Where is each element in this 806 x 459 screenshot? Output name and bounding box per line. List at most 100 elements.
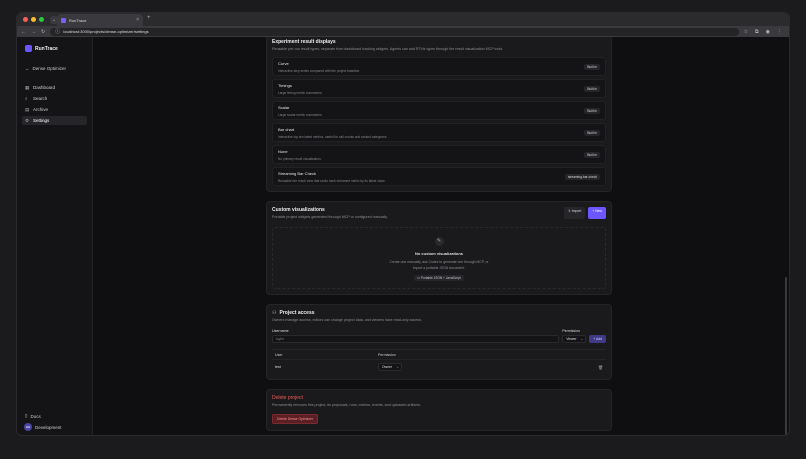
sidebar-item-dashboard[interactable]: ▦ Dashboard <box>22 83 87 92</box>
display-name: None <box>278 149 288 154</box>
back-link-label: Dense Optimizer <box>32 66 67 71</box>
display-description: Large scalar metric summaries. <box>278 113 323 117</box>
add-member-button[interactable]: + Add <box>589 335 606 343</box>
close-icon[interactable]: × <box>136 17 139 23</box>
chart-icon: ✎ <box>434 237 444 246</box>
danger-zone-card: Delete project Permanently removes this … <box>266 389 612 431</box>
back-to-project-link[interactable]: ← Dense Optimizer <box>25 66 87 71</box>
new-visualization-button[interactable]: + New <box>588 207 606 219</box>
docs-link[interactable]: ▯ Docs <box>22 413 87 419</box>
result-display-list: Curve Interactive step series compared w… <box>272 57 606 186</box>
chevron-down-icon: ⌄ <box>580 337 584 341</box>
sidebar-item-label: Settings <box>33 118 50 123</box>
menu-icon[interactable]: ⋮ <box>777 29 782 35</box>
browser-tab[interactable]: RunTrace × <box>57 14 143 26</box>
dashboard-icon: ▦ <box>25 84 30 90</box>
maximize-window-button[interactable] <box>39 17 44 22</box>
format-badge-label: Portable JSON + JavaScript <box>420 276 461 280</box>
sidebar-item-label: Search <box>33 96 48 101</box>
display-name: Bar chart <box>278 127 295 132</box>
new-tab-icon[interactable]: + <box>147 15 151 21</box>
list-item[interactable]: Bar chart Interactive top-ten latest met… <box>272 123 606 142</box>
member-permission-select[interactable]: Owner ⌄ <box>378 363 402 371</box>
section-title: Experiment result displays <box>272 39 336 45</box>
brand[interactable]: RunTrace <box>25 45 87 52</box>
settings-page: Experiment result displays Reusable per-… <box>266 37 612 431</box>
delete-project-button[interactable]: Delete Dense Optimizer <box>272 414 318 424</box>
project-access-card: ⚇ Project access Owners manage access, e… <box>266 304 612 380</box>
bookmark-star-icon[interactable]: ☆ <box>744 29 748 35</box>
site-info-icon[interactable]: ⓘ <box>55 28 60 35</box>
tab-bar: ⌄ RunTrace × + <box>17 13 789 26</box>
forward-arrow-icon[interactable]: → <box>31 29 36 35</box>
scrollbar[interactable] <box>785 277 787 435</box>
member-username: test <box>275 365 281 369</box>
main-content: Experiment result displays Reusable per-… <box>93 37 789 435</box>
reload-icon[interactable]: ↻ <box>41 29 45 35</box>
logo-icon <box>25 45 32 52</box>
username-label: Username <box>272 329 289 333</box>
sidebar-item-search[interactable]: ⌕ Search <box>22 94 87 103</box>
import-label: Import <box>571 209 582 213</box>
user-menu[interactable]: DE Development <box>22 423 87 431</box>
users-icon: ⚇ <box>272 310 277 316</box>
list-item[interactable]: Scalar Large scalar metric summaries. Bu… <box>272 101 606 120</box>
section-title: Project access <box>279 310 315 316</box>
user-name: Development <box>35 424 62 430</box>
display-name: Timings <box>278 83 292 88</box>
display-description: No primary result visualization. <box>278 157 322 161</box>
sidebar-item-label: Archive <box>33 107 49 112</box>
chevron-down-icon: ⌄ <box>396 365 399 369</box>
display-description: Interactive top-ten latest metrics, usef… <box>278 135 388 139</box>
gear-icon: ⚙ <box>25 117 30 123</box>
custom-visualizations-card: Custom visualizations Portable project w… <box>266 201 612 295</box>
tab-title: RunTrace <box>69 17 87 23</box>
sidebar-nav: ▦ Dashboard ⌕ Search ▤ Archive ⚙ Setting… <box>22 83 87 125</box>
member-permission-value: Owner <box>382 365 392 369</box>
display-name: Curve <box>278 61 289 66</box>
table-row: test Owner ⌄ 🗑 <box>272 360 606 374</box>
section-subtitle: Reusable per-run result types, separate … <box>272 47 504 51</box>
avatar: DE <box>24 423 32 431</box>
sidebar-item-archive[interactable]: ▤ Archive <box>22 105 87 114</box>
permission-label: Permission <box>562 329 580 333</box>
display-name: Streaming Bar Check <box>278 171 317 176</box>
sidebar-item-settings[interactable]: ⚙ Settings <box>22 116 87 125</box>
list-item[interactable]: None No primary result visualization. Bu… <box>272 145 606 164</box>
sidebar-item-label: Dashboard <box>33 85 56 90</box>
status-badge: Built in <box>584 130 600 136</box>
minimize-window-button[interactable] <box>31 17 36 22</box>
display-description: Large timing metric summaries. <box>278 91 323 95</box>
list-item[interactable]: Timings Large timing metric summaries. B… <box>272 79 606 98</box>
display-description: Interactive step series compared with th… <box>278 69 361 73</box>
status-badge: Built in <box>584 86 600 92</box>
section-subtitle: Permanently removes this project, its pr… <box>272 403 422 407</box>
profile-icon[interactable]: ◉ <box>766 29 770 35</box>
add-member-form: Username taylor Permission Viewer ⌄ + Add <box>272 329 606 343</box>
display-name: Scalar <box>278 105 290 110</box>
browser-window: ⌄ RunTrace × + ← → ↻ ⓘ localhost:3000/pr… <box>16 12 790 436</box>
section-subtitle: Owners manage access, editors can change… <box>272 318 422 322</box>
list-item[interactable]: Curve Interactive step series compared w… <box>272 57 606 76</box>
back-arrow-icon[interactable]: ← <box>21 29 26 35</box>
list-item[interactable]: Streaming Bar Check Reusable live result… <box>272 167 606 186</box>
column-header-user: User <box>275 352 283 357</box>
trash-icon[interactable]: 🗑 <box>598 365 606 370</box>
close-window-button[interactable] <box>23 17 28 22</box>
window-controls <box>23 17 44 22</box>
archive-icon: ▤ <box>25 106 30 112</box>
book-icon: ▯ <box>25 413 28 418</box>
import-button[interactable]: ⇪ Import <box>563 207 586 219</box>
status-badge: Built in <box>584 64 600 70</box>
app-root: RunTrace ← Dense Optimizer ▦ Dashboard ⌕… <box>17 37 789 435</box>
permission-select[interactable]: Viewer ⌄ <box>562 335 587 343</box>
section-title: Custom visualizations <box>272 207 325 213</box>
permission-value: Viewer <box>566 337 577 341</box>
status-badge: Built in <box>584 108 600 114</box>
result-displays-card: Experiment result displays Reusable per-… <box>266 37 612 192</box>
extensions-icon[interactable]: ⧉ <box>755 29 759 35</box>
url-text: localhost:3000/projects/dense-optimizer/… <box>63 29 149 34</box>
url-field[interactable]: ⓘ localhost:3000/projects/dense-optimize… <box>50 27 739 36</box>
username-input[interactable]: taylor <box>272 335 560 343</box>
table-header: User Permission <box>272 350 606 360</box>
